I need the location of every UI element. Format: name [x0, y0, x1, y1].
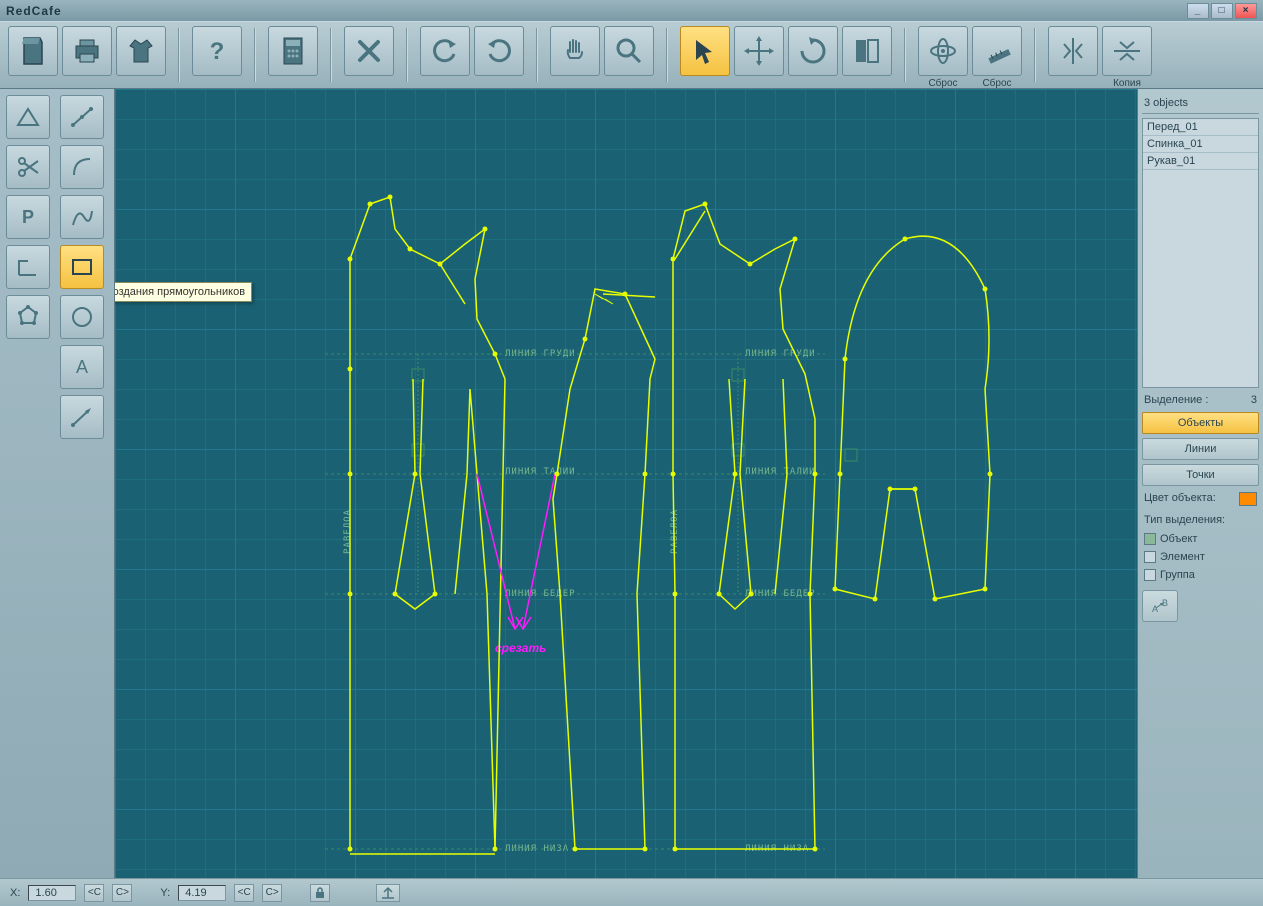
reset-label-2: Сброс: [982, 78, 1011, 89]
right-panel: 3 objects Перед_01 Спинка_01 Рукав_01 Вы…: [1137, 89, 1263, 878]
reset-scale-button[interactable]: [972, 26, 1022, 76]
checkbox-element[interactable]: [1144, 551, 1156, 563]
object-list[interactable]: Перед_01 Спинка_01 Рукав_01: [1142, 118, 1259, 388]
svg-text:?: ?: [210, 38, 225, 65]
minimize-button[interactable]: _: [1187, 3, 1209, 19]
pattern-drawing: [115, 89, 1137, 878]
checkbox-group[interactable]: [1144, 569, 1156, 581]
shape-tool[interactable]: [6, 295, 50, 339]
line-tool[interactable]: [60, 95, 104, 139]
cut-tool[interactable]: [6, 145, 50, 189]
points-button[interactable]: Точки: [1142, 464, 1259, 486]
selection-label: Выделение :: [1144, 394, 1208, 406]
move-button[interactable]: [734, 26, 784, 76]
rename-button[interactable]: AB: [1142, 590, 1178, 622]
rectangle-tool[interactable]: [60, 245, 104, 289]
main-toolbar: ? Сброс Сброс: [0, 21, 1263, 89]
selection-count: 3: [1251, 394, 1257, 406]
copy-label: Копия: [1113, 78, 1141, 89]
color-swatch[interactable]: [1239, 492, 1257, 506]
objects-header: 3 objects: [1142, 93, 1259, 114]
perpendicular-tool[interactable]: [6, 245, 50, 289]
vector-tool[interactable]: [60, 395, 104, 439]
status-bar: X: 1.60 <C C> Y: 4.19 <C C>: [0, 878, 1263, 906]
x-value: 1.60: [28, 885, 76, 901]
y-inc-button[interactable]: C>: [262, 884, 282, 902]
delete-button[interactable]: [344, 26, 394, 76]
canvas[interactable]: Режим создания прямоугольников ЛИНИЯ ГРУ…: [115, 89, 1137, 878]
x-inc-button[interactable]: C>: [112, 884, 132, 902]
selection-type-label: Тип выделения:: [1142, 512, 1259, 528]
arc-tool[interactable]: [60, 145, 104, 189]
close-button[interactable]: ×: [1235, 3, 1257, 19]
reset-label: Сброс: [928, 78, 957, 89]
list-item[interactable]: Спинка_01: [1143, 136, 1258, 153]
color-label: Цвет объекта:: [1144, 492, 1216, 506]
flip-h-button[interactable]: [1102, 26, 1152, 76]
redo-button[interactable]: [474, 26, 524, 76]
text-tool[interactable]: A: [60, 345, 104, 389]
zoom-button[interactable]: [604, 26, 654, 76]
list-item[interactable]: Перед_01: [1143, 119, 1258, 136]
curve-tool[interactable]: [60, 195, 104, 239]
help-button[interactable]: ?: [192, 26, 242, 76]
x-dec-button[interactable]: <C: [84, 884, 104, 902]
pan-button[interactable]: [550, 26, 600, 76]
circle-tool[interactable]: [60, 295, 104, 339]
select-button[interactable]: [680, 26, 730, 76]
svg-text:P: P: [22, 207, 34, 227]
check-label: Группа: [1160, 569, 1195, 581]
calculator-button[interactable]: [268, 26, 318, 76]
mirror-button[interactable]: [842, 26, 892, 76]
y-value: 4.19: [178, 885, 226, 901]
checkbox-object[interactable]: [1144, 533, 1156, 545]
x-label: X:: [10, 887, 20, 899]
app-title: RedCafe: [6, 4, 62, 18]
tooltip: Режим создания прямоугольников: [115, 282, 252, 302]
svg-text:A: A: [76, 357, 88, 377]
objects-button[interactable]: Объекты: [1142, 412, 1259, 434]
flip-v-button[interactable]: [1048, 26, 1098, 76]
point-tool[interactable]: P: [6, 195, 50, 239]
titlebar: RedCafe _ □ ×: [0, 0, 1263, 21]
svg-text:A: A: [1152, 604, 1158, 614]
left-toolbox: P A: [0, 89, 115, 878]
y-dec-button[interactable]: <C: [234, 884, 254, 902]
rotate-button[interactable]: [788, 26, 838, 76]
lines-button[interactable]: Линии: [1142, 438, 1259, 460]
garment-button[interactable]: [116, 26, 166, 76]
print-button[interactable]: [62, 26, 112, 76]
check-label: Элемент: [1160, 551, 1205, 563]
y-label: Y:: [160, 887, 170, 899]
maximize-button[interactable]: □: [1211, 3, 1233, 19]
new-file-button[interactable]: [8, 26, 58, 76]
reset-transform-button[interactable]: [918, 26, 968, 76]
list-item[interactable]: Рукав_01: [1143, 153, 1258, 170]
check-label: Объект: [1160, 533, 1197, 545]
undo-button[interactable]: [420, 26, 470, 76]
angle-tool[interactable]: [6, 95, 50, 139]
lock-button[interactable]: [310, 884, 330, 902]
snap-button[interactable]: [376, 884, 400, 902]
